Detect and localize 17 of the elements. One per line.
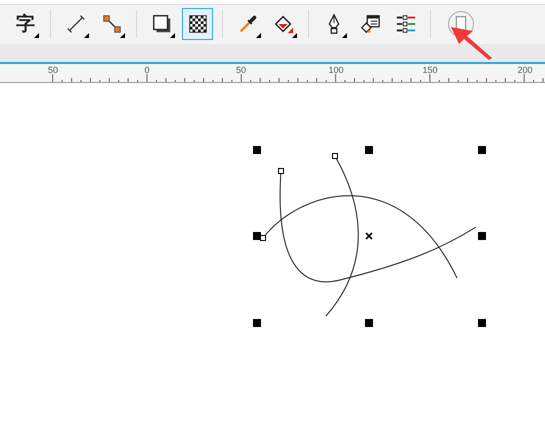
properties-icon (358, 13, 380, 36)
annotation-arrow (451, 27, 492, 60)
checkerboard-icon (186, 13, 208, 36)
ruler-label: 150 (422, 65, 438, 76)
connector-icon (100, 13, 122, 36)
dimension-line-icon (64, 13, 86, 36)
text-tool-button[interactable]: 字 (10, 8, 41, 40)
drop-shadow-icon (150, 13, 172, 36)
center-mark-icon (365, 232, 373, 240)
ruler-label: 50 (48, 65, 58, 76)
ruler-label: 50 (236, 65, 246, 76)
ruler-label: 200 (517, 65, 533, 76)
align-settings-icon (394, 13, 416, 36)
checkerboard-button[interactable] (182, 8, 213, 40)
paint-bucket-icon (272, 13, 294, 36)
ruler-label: 0 (144, 65, 150, 76)
ruler-label: 100 (328, 65, 344, 76)
